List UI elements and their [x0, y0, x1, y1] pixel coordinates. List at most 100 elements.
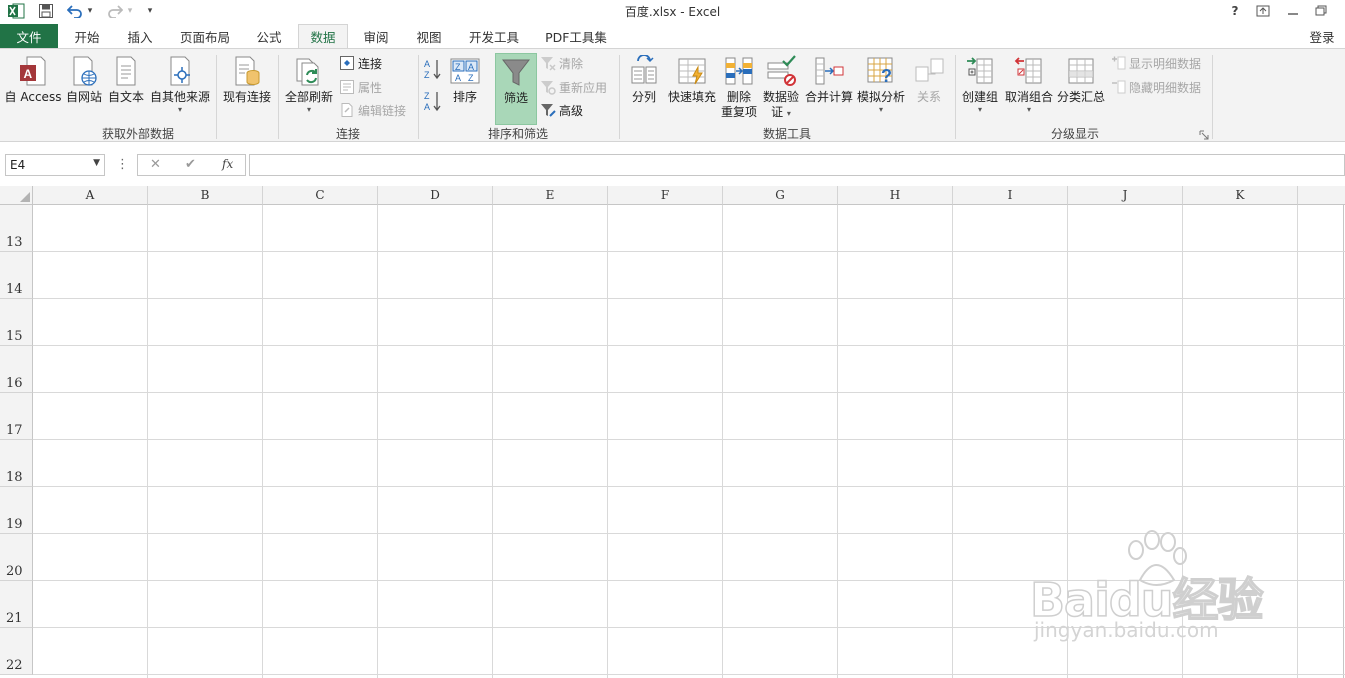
sign-in-link[interactable]: 登录 — [1304, 24, 1340, 48]
sort-z-to-a-icon: ZA — [424, 91, 441, 112]
clear-filter-button[interactable]: 清除 — [540, 53, 583, 73]
filter-button[interactable]: 筛选 — [495, 53, 537, 125]
flash-fill-button[interactable]: 快速填充 — [666, 53, 718, 125]
existing-connections-label: 现有连接 — [222, 90, 271, 104]
from-other-sources-button[interactable]: 自其他来源 ▾ — [148, 53, 212, 125]
refresh-all-button[interactable]: 全部刷新 ▾ — [282, 53, 336, 125]
row-header-19[interactable]: 19 — [0, 487, 33, 534]
row-header-18[interactable]: 18 — [0, 440, 33, 487]
ribbon-display-options-icon[interactable] — [1250, 1, 1276, 21]
data-validation-icon — [767, 55, 796, 86]
select-all-corner[interactable] — [0, 186, 33, 205]
tab-data[interactable]: 数据 — [298, 24, 348, 48]
tab-developer[interactable]: 开发工具 — [462, 24, 526, 48]
column-header-e[interactable]: E — [493, 186, 608, 205]
from-text-button[interactable]: 自文本 — [106, 53, 146, 125]
formula-bar-grip-icon[interactable]: ⋮ — [116, 157, 129, 172]
sort-button[interactable]: ZAAZ 排序 — [446, 53, 484, 125]
properties-button[interactable]: 属性 — [339, 77, 382, 97]
column-header-a[interactable]: A — [33, 186, 148, 205]
text-file-icon — [116, 56, 136, 86]
svg-text:A: A — [424, 102, 430, 112]
group-button[interactable]: 创建组 ▾ — [958, 53, 1002, 125]
remove-duplicates-button[interactable]: 删除 重复项 — [720, 53, 758, 125]
outline-dialog-launcher-icon[interactable] — [1199, 129, 1209, 140]
what-if-analysis-button[interactable]: ? 模拟分析 ▾ — [856, 53, 906, 125]
minimize-icon[interactable] — [1280, 1, 1306, 21]
tab-pdf-tools[interactable]: PDF工具集 — [540, 24, 612, 48]
sort-ascending-button[interactable]: AZ — [424, 59, 445, 80]
sort-descending-button[interactable]: ZA — [424, 91, 445, 112]
from-access-button[interactable]: A 自 Access — [4, 53, 62, 125]
tab-formulas[interactable]: 公式 — [248, 24, 290, 48]
edit-links-button[interactable]: 编辑链接 — [339, 100, 406, 120]
gridline — [33, 251, 1345, 252]
reapply-icon — [541, 81, 556, 95]
column-header-h[interactable]: H — [838, 186, 953, 205]
row-header-13[interactable]: 13 — [0, 205, 33, 252]
remove-duplicates-label-2: 重复项 — [720, 105, 757, 119]
dropdown-caret-icon: ▾ — [177, 105, 182, 114]
ungroup-icon — [1014, 57, 1042, 84]
from-other-sources-label: 自其他来源 — [149, 90, 210, 104]
gridline — [33, 392, 1345, 393]
existing-connections-button[interactable]: 现有连接 — [220, 53, 274, 125]
formula-input[interactable] — [249, 154, 1345, 176]
show-detail-label: 显示明细数据 — [1129, 56, 1202, 71]
subtotal-button[interactable]: 分类汇总 — [1056, 53, 1106, 125]
column-header-k[interactable]: K — [1183, 186, 1298, 205]
sort-icon: Z AA Z — [450, 58, 480, 84]
column-header-b[interactable]: B — [148, 186, 263, 205]
restore-icon[interactable] — [1308, 1, 1334, 21]
data-validation-button[interactable]: 数据验 证 ▾ — [760, 53, 802, 125]
consolidate-label: 合并计算 — [804, 90, 853, 104]
row-header-20[interactable]: 20 — [0, 534, 33, 581]
hide-detail-button[interactable]: 隐藏明细数据 — [1110, 77, 1201, 97]
row-header-16[interactable]: 16 — [0, 346, 33, 393]
column-header-c[interactable]: C — [263, 186, 378, 205]
column-header-g[interactable]: G — [723, 186, 838, 205]
row-header-14[interactable]: 14 — [0, 252, 33, 299]
tab-review[interactable]: 审阅 — [355, 24, 397, 48]
enter-icon[interactable]: ✔ — [185, 157, 196, 172]
data-validation-label-1: 数据验 — [762, 90, 799, 104]
row-header-22[interactable]: 22 — [0, 628, 33, 675]
formula-bar: E4 ▼ ⋮ ✕ ✔ fx — [0, 142, 1345, 186]
tab-page-layout[interactable]: 页面布局 — [172, 24, 238, 48]
cancel-icon[interactable]: ✕ — [150, 157, 161, 172]
edit-links-label: 编辑链接 — [358, 103, 407, 118]
column-header-d[interactable]: D — [378, 186, 493, 205]
from-web-button[interactable]: 自网站 — [64, 53, 104, 125]
row-header-17[interactable]: 17 — [0, 393, 33, 440]
svg-text:A: A — [24, 67, 33, 81]
tab-file[interactable]: 文件 — [0, 24, 58, 48]
column-header-f[interactable]: F — [608, 186, 723, 205]
connections-button[interactable]: 连接 — [339, 53, 382, 73]
dropdown-caret-icon: ▾ — [306, 105, 311, 114]
relationships-button[interactable]: 关系 — [910, 53, 948, 125]
tab-view[interactable]: 视图 — [408, 24, 450, 48]
flash-fill-icon — [678, 58, 706, 85]
insert-function-icon[interactable]: fx — [222, 157, 233, 171]
show-detail-button[interactable]: 显示明细数据 — [1110, 53, 1201, 73]
row-header-21[interactable]: 21 — [0, 581, 33, 628]
row-header-15[interactable]: 15 — [0, 299, 33, 346]
gridline — [33, 298, 1345, 299]
ungroup-button[interactable]: 取消组合 ▾ — [1002, 53, 1056, 125]
data-validation-label-2-text: 证 — [771, 105, 784, 119]
reapply-button[interactable]: 重新应用 — [540, 77, 607, 97]
advanced-filter-button[interactable]: 高级 — [540, 100, 583, 120]
ribbon-data: A 自 Access 自网站 自文本 自其他来源 ▾ 现有连接 获取外部数据 全… — [0, 48, 1345, 142]
advanced-label: 高级 — [559, 103, 584, 118]
consolidate-button[interactable]: 合并计算 — [804, 53, 854, 125]
text-to-columns-button[interactable]: 分列 — [624, 53, 664, 125]
name-box-dropdown-icon[interactable]: ▼ — [93, 158, 100, 168]
name-box[interactable]: E4 ▼ — [5, 154, 105, 176]
column-header-i[interactable]: I — [953, 186, 1068, 205]
tab-home[interactable]: 开始 — [66, 24, 108, 48]
clear-filter-icon — [541, 57, 556, 71]
help-button[interactable]: ? — [1222, 1, 1248, 21]
group-label-data-tools: 数据工具 — [762, 127, 811, 141]
tab-insert[interactable]: 插入 — [119, 24, 161, 48]
column-header-j[interactable]: J — [1068, 186, 1183, 205]
